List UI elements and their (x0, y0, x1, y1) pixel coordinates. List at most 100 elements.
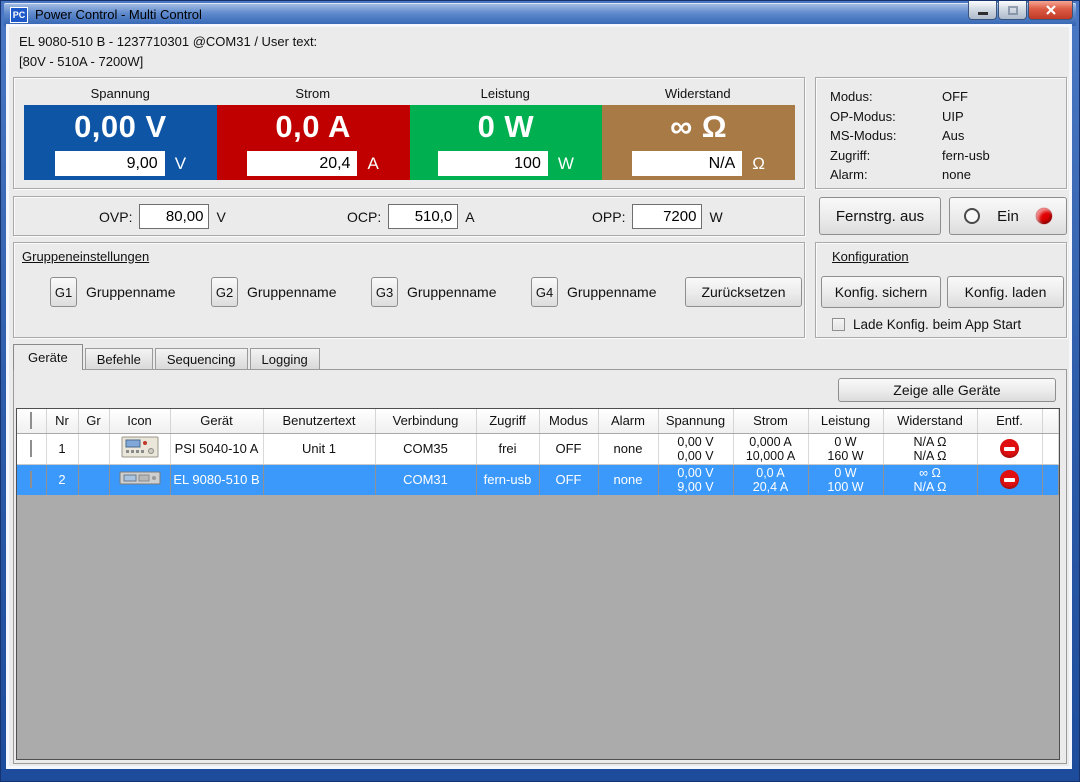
row-1-widerstand: N/A Ω N/A Ω (883, 433, 978, 465)
maximize-button[interactable] (998, 1, 1027, 20)
ocp-input[interactable] (388, 204, 459, 229)
row-2-nr: 2 (46, 464, 79, 495)
tab-logging[interactable]: Logging (249, 348, 320, 369)
group-2-name: Gruppenname (247, 284, 337, 300)
power-actual-value: 0 W (477, 109, 535, 144)
row-1-benutzertext: Unit 1 (263, 433, 376, 465)
row-2-verbindung: COM31 (375, 464, 477, 495)
current-set-input[interactable] (247, 151, 358, 176)
reset-groups-button[interactable]: Zurücksetzen (685, 277, 802, 307)
device-row-2-selected[interactable]: 2 EL 9080-510 B COM31 fern-usb OFF none … (17, 464, 1059, 495)
status-groupbox: Modus: OFF OP-Modus: UIP MS-Modus: Aus Zugr… (815, 77, 1067, 189)
resistance-actual-value: ∞ Ω (670, 109, 728, 144)
configuration-title: Konfiguration (832, 249, 909, 264)
psi-device-icon (121, 436, 158, 458)
tab-bar: Geräte Befehle Sequencing Logging (13, 344, 322, 370)
column-verbindung: Verbindung (375, 409, 477, 434)
opp-input[interactable] (632, 204, 703, 229)
resistance-unit: Ω (752, 153, 765, 173)
status-value-alarm: none (942, 167, 971, 183)
row-2-widerstand: ∞ Ω N/A Ω (883, 464, 978, 495)
group-4-button[interactable]: G4 (531, 277, 558, 307)
table-header-row: Nr Gr Icon Gerät Benutzertext Verbindung… (17, 409, 1059, 434)
tab-sequencing[interactable]: Sequencing (154, 348, 248, 369)
select-all-checkbox[interactable] (30, 412, 33, 430)
voltage-set-input[interactable] (54, 151, 165, 176)
group-settings-groupbox: Gruppeneinstellungen G1 Gruppenname G2 G… (13, 242, 805, 338)
tab-befehle[interactable]: Befehle (84, 348, 153, 369)
voltage-actual-value: 0,00 V (74, 109, 167, 144)
group-3-button[interactable]: G3 (371, 277, 398, 307)
column-gr: Gr (78, 409, 110, 434)
protection-groupbox: OVP: V OCP: A OPP: W (13, 196, 805, 236)
ovp-label: OVP: (99, 208, 133, 225)
row-2-checkbox[interactable] (30, 471, 33, 489)
remote-control-button[interactable]: Fernstrg. aus (819, 197, 941, 235)
row-2-spannung: 0,00 V 9,00 V (658, 464, 734, 495)
group-1-name: Gruppenname (86, 284, 176, 300)
power-set-input[interactable] (437, 151, 548, 176)
maximize-icon (1007, 5, 1018, 15)
group-4-name: Gruppenname (567, 284, 657, 300)
device-row-1[interactable]: 1 PSI 5040-10 A Unit 1 COM35 frei OFF no… (17, 433, 1059, 465)
column-strom: Strom (733, 409, 809, 434)
close-button[interactable] (1028, 1, 1073, 20)
show-all-devices-button[interactable]: Zeige alle Geräte (838, 378, 1056, 402)
remove-device-icon[interactable] (1000, 439, 1019, 458)
el-device-icon (119, 471, 160, 485)
row-1-strom: 0,000 A 10,000 A (733, 433, 809, 465)
group-3-name: Gruppenname (407, 284, 497, 300)
output-on-label: Ein (997, 207, 1019, 225)
resistance-set-input[interactable] (632, 151, 743, 176)
column-zugriff: Zugriff (476, 409, 540, 434)
column-leistung: Leistung (808, 409, 884, 434)
voltage-unit: V (174, 153, 187, 173)
row-2-leistung: 0 W 100 W (808, 464, 884, 495)
autoload-checkbox[interactable] (832, 318, 845, 331)
minimize-button[interactable] (968, 1, 997, 20)
opp-label: OPP: (592, 208, 626, 225)
opp-unit: W (709, 208, 723, 225)
status-label-ms-modus: MS-Modus: (830, 128, 897, 144)
row-2-zugriff: fern-usb (476, 464, 540, 495)
status-value-modus: OFF (942, 89, 968, 105)
row-1-verbindung: COM35 (375, 433, 477, 465)
meter-label-strom: Strom (295, 86, 331, 101)
client-area: EL 9080-510 B - 1237710301 @COM31 / User… (9, 27, 1069, 766)
config-load-button[interactable]: Konfig. laden (947, 276, 1064, 308)
remove-device-icon[interactable] (1000, 470, 1019, 490)
row-1-gr (78, 433, 110, 465)
row-1-geraet: PSI 5040-10 A (170, 433, 264, 465)
device-table: Nr Gr Icon Gerät Benutzertext Verbindung… (16, 408, 1060, 760)
app-icon: PC (10, 6, 28, 23)
row-2-strom: 0,0 A 20,4 A (733, 464, 809, 495)
row-2-gr (78, 464, 110, 495)
current-meter: 0,0 A A (216, 105, 410, 180)
current-unit: A (367, 153, 379, 173)
column-alarm: Alarm (598, 409, 659, 434)
group-1-button[interactable]: G1 (50, 277, 77, 307)
row-1-nr: 1 (46, 433, 79, 465)
close-icon (1045, 5, 1056, 15)
row-1-checkbox[interactable] (30, 440, 33, 457)
power-unit: W (557, 153, 574, 173)
status-label-alarm: Alarm: (830, 167, 868, 183)
selected-device-header: EL 9080-510 B - 1237710301 @COM31 / User… (19, 32, 317, 72)
ocp-label: OCP: (347, 208, 382, 225)
ovp-input[interactable] (139, 204, 210, 229)
status-value-ms-modus: Aus (942, 128, 965, 144)
group-2-button[interactable]: G2 (211, 277, 238, 307)
status-label-op-modus: OP-Modus: (830, 108, 896, 124)
app-icon-text: PC (12, 9, 26, 20)
status-label-modus: Modus: (830, 89, 873, 105)
tab-geraete[interactable]: Geräte (13, 344, 83, 370)
config-save-button[interactable]: Konfig. sichern (821, 276, 941, 308)
status-value-op-modus: UIP (942, 108, 964, 124)
devices-tab-page: Zeige alle Geräte Nr Gr Icon Gerät Benut… (13, 369, 1067, 764)
meter-label-widerstand: Widerstand (664, 86, 731, 101)
output-on-button[interactable]: Ein (949, 197, 1067, 235)
column-filler (1042, 409, 1059, 434)
device-header-line2: [80V - 510A - 7200W] (19, 54, 144, 69)
output-radio-icon (964, 208, 980, 224)
status-label-zugriff: Zugriff: (830, 147, 871, 163)
